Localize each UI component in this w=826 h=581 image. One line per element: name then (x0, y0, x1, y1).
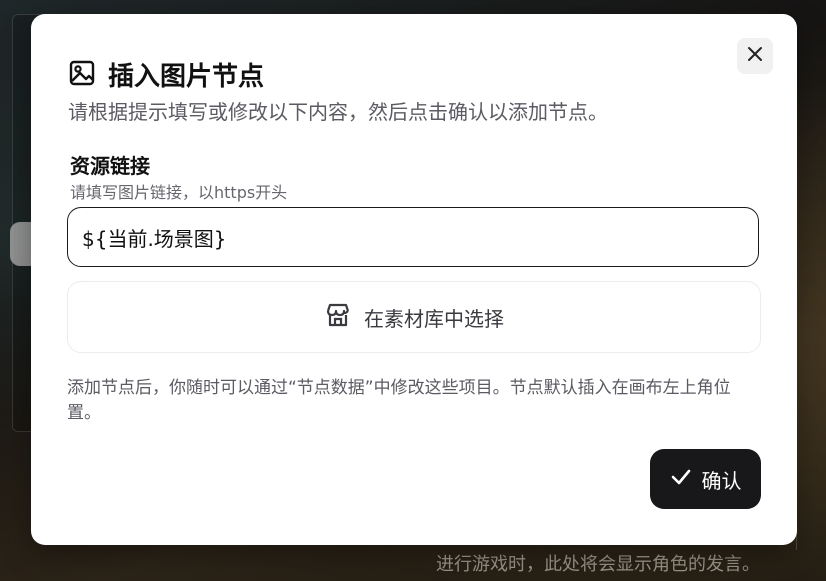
select-from-library-label: 在素材库中选择 (364, 306, 504, 331)
check-icon (670, 466, 692, 493)
close-icon (746, 45, 764, 67)
close-button[interactable] (737, 38, 773, 74)
confirm-button[interactable]: 确认 (650, 449, 761, 509)
dialog-title: 插入图片节点 (108, 62, 265, 92)
image-icon (68, 59, 96, 91)
confirm-label: 确认 (701, 468, 742, 493)
dialog-description: 请根据提示填写或修改以下内容，然后点击确认以添加节点。 (68, 100, 608, 124)
insert-image-node-dialog: 插入图片节点 请根据提示填写或修改以下内容，然后点击确认以添加节点。 资源链接 … (31, 14, 797, 545)
dialog-note: 添加节点后，你随时可以通过“节点数据”中修改这些项目。节点默认插入在画布左上角位… (67, 378, 731, 423)
resource-link-hint: 请填写图片链接，以https开头 (70, 183, 288, 202)
dialog-header: 插入图片节点 (68, 56, 264, 93)
resource-link-input[interactable] (67, 207, 759, 267)
select-from-library-button[interactable]: 在素材库中选择 (67, 281, 761, 353)
resource-link-label: 资源链接 (70, 154, 150, 178)
store-icon (324, 301, 352, 334)
